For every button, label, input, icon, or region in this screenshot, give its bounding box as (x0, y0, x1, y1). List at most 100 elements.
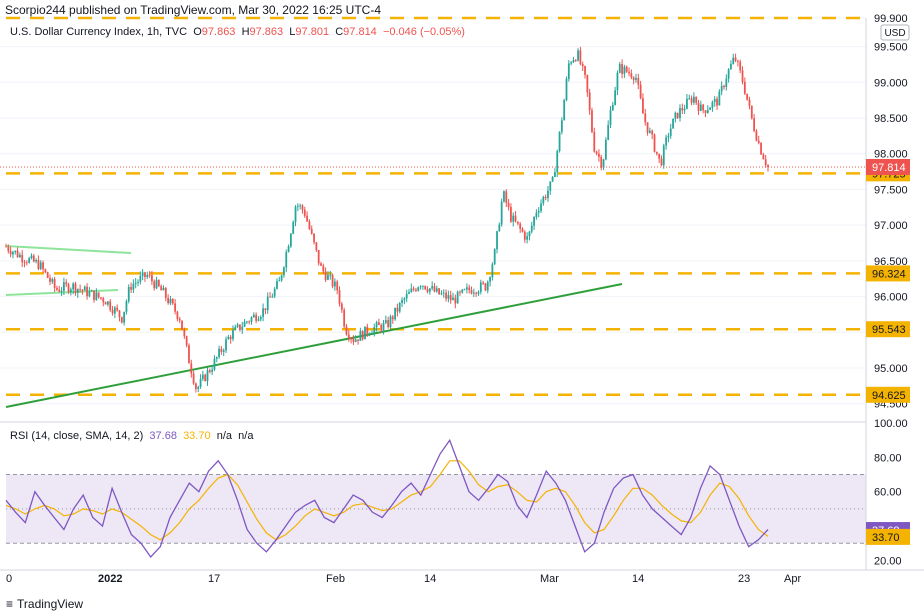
candle-body (241, 326, 244, 330)
candle-body (148, 275, 151, 276)
candle-body (637, 78, 640, 85)
candle-body (616, 72, 619, 91)
candle-body (278, 280, 281, 282)
candle-body (322, 265, 325, 272)
candle-body (83, 286, 86, 291)
candle-body (273, 288, 276, 297)
candle-body (496, 231, 498, 250)
candle-body (46, 272, 49, 278)
candle-body (357, 339, 359, 341)
candle-body (331, 274, 334, 287)
candle-body (584, 66, 586, 75)
candle-body (151, 275, 153, 282)
candle-body (651, 130, 654, 135)
candle-body (459, 291, 461, 293)
candle-body (607, 125, 610, 140)
candle-body (558, 131, 561, 152)
candle-body (123, 311, 126, 323)
candle-body (535, 212, 538, 218)
candle-body (167, 297, 170, 304)
candle-body (655, 151, 658, 154)
candle-body (686, 98, 688, 109)
time-axis[interactable]: 0 2022 17 Feb 14 Mar 14 23 Apr (6, 573, 801, 585)
candle-body (560, 120, 563, 132)
symbol-name[interactable]: U.S. Dollar Currency Index, 1h, TVC (10, 26, 187, 38)
rsi-tick-label: 60.00 (874, 487, 902, 499)
candle-body (197, 386, 200, 389)
candle-body (190, 363, 193, 374)
time-tick-label: 14 (632, 573, 644, 585)
currency-badge-label: USD (884, 28, 905, 39)
candle-body (361, 331, 364, 340)
rsi-legend-na2: n/a (238, 430, 254, 442)
candle-body (628, 71, 630, 74)
candle-body (565, 78, 568, 101)
candle-body (220, 348, 223, 352)
candle-body (63, 282, 65, 291)
rsi-sma-label: 33.70 (872, 532, 900, 544)
open-value: 97.863 (201, 26, 236, 38)
main-pane-background (0, 18, 866, 422)
candle-body (245, 321, 248, 323)
candle-body (130, 286, 132, 290)
candle-body (44, 269, 47, 273)
candle-body (419, 286, 422, 288)
candle-body (113, 307, 116, 314)
candle-body (672, 118, 674, 129)
candle-body (505, 191, 508, 203)
currency-badge[interactable]: USD (880, 24, 910, 41)
candle-body (602, 159, 605, 168)
candle-body (336, 281, 339, 291)
candle-body (160, 286, 163, 291)
candle-body (743, 81, 746, 94)
candle-body (107, 301, 109, 305)
candle-body (308, 221, 311, 229)
candle-body (479, 282, 482, 292)
candle-body (377, 322, 380, 325)
footer-brand[interactable]: ≡ TradingView (6, 597, 83, 611)
time-tick-label: Mar (540, 573, 559, 585)
candle-body (58, 289, 61, 292)
candle-body (155, 280, 158, 289)
candle-body (665, 137, 667, 146)
candle-body (530, 225, 533, 232)
candle-body (306, 215, 308, 222)
candle-body (440, 293, 443, 295)
candle-body (741, 70, 744, 82)
tradingview-logo-icon: ≡ (6, 597, 14, 611)
candle-body (257, 319, 260, 321)
candle-body (313, 233, 315, 243)
candle-body (215, 357, 218, 359)
rsi-axis[interactable]: 20.0040.0060.0080.00100.0037.6833.70 (866, 418, 910, 567)
candle-body (472, 292, 475, 294)
candle-body (653, 134, 656, 152)
rsi-tick-label: 80.00 (874, 452, 902, 464)
candle-body (401, 300, 403, 303)
candle-body (262, 308, 264, 317)
candle-body (250, 317, 253, 322)
price-tick-label: 99.900 (874, 13, 908, 25)
high-value: 97.863 (249, 26, 284, 38)
candle-body (79, 288, 82, 290)
candle-body (489, 277, 491, 282)
candle-body (373, 327, 376, 334)
candle-body (630, 73, 633, 78)
candle-body (681, 108, 684, 111)
candle-body (243, 321, 246, 327)
candle-body (463, 289, 466, 291)
candle-body (753, 118, 756, 131)
rsi-legend-name[interactable]: RSI (14, close, SMA, 14, 2) (10, 430, 143, 442)
candle-body (730, 63, 732, 70)
candle-body (618, 64, 621, 73)
candle-body (755, 130, 758, 141)
candle-body (120, 316, 123, 323)
rsi-pane (5, 438, 866, 559)
support-price-label: 94.625 (872, 390, 906, 402)
candle-body (88, 291, 91, 297)
candle-body (586, 74, 589, 93)
candle-body (294, 206, 297, 223)
candle-body (405, 293, 408, 299)
price-axis[interactable]: 94.50095.00095.50096.00096.50097.00097.5… (866, 13, 910, 411)
candle-body (711, 101, 714, 108)
candle-body (74, 283, 77, 293)
